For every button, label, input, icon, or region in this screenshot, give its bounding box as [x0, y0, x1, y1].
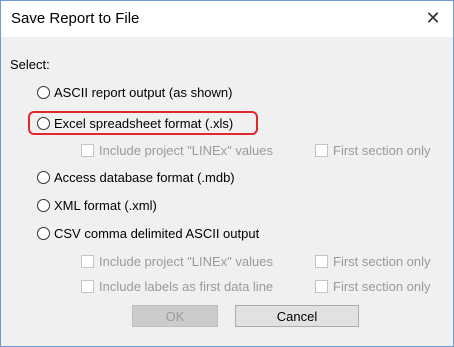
radio-csv-output-circle[interactable] [37, 227, 50, 240]
radio-xml-format-circle[interactable] [37, 199, 50, 212]
cancel-button[interactable]: Cancel [235, 305, 359, 327]
csv-include-linex-label: Include project "LINEx" values [99, 254, 273, 269]
close-icon[interactable]: ✕ [413, 1, 453, 35]
excel-first-section-checkbox[interactable] [315, 144, 328, 157]
csv-first-section-label-1: First section only [333, 254, 431, 269]
dialog-body: Select: ASCII report output (as shown) E… [1, 37, 453, 346]
window-title: Save Report to File [11, 10, 140, 27]
select-label: Select: [10, 57, 50, 72]
radio-csv-output-label: CSV comma delimited ASCII output [54, 226, 260, 241]
csv-include-linex-checkbox[interactable] [81, 255, 94, 268]
radio-ascii-report-label: ASCII report output (as shown) [54, 85, 233, 100]
excel-include-linex-label: Include project "LINEx" values [99, 143, 273, 158]
radio-ascii-report-circle[interactable] [37, 86, 50, 99]
csv-first-section-checkbox-2[interactable] [315, 280, 328, 293]
title-bar: Save Report to File ✕ [1, 1, 453, 37]
csv-include-labels-label: Include labels as first data line [99, 279, 274, 294]
csv-first-section-checkbox-1[interactable] [315, 255, 328, 268]
excel-first-section-label: First section only [333, 143, 431, 158]
radio-access-database-label: Access database format (.mdb) [54, 170, 235, 185]
save-report-dialog: Save Report to File ✕ Select: ASCII repo… [0, 0, 454, 347]
radio-access-database-circle[interactable] [37, 171, 50, 184]
radio-xml-format-label: XML format (.xml) [54, 198, 157, 213]
ok-button[interactable]: OK [132, 305, 218, 327]
radio-excel-spreadsheet-circle[interactable] [37, 117, 50, 130]
excel-include-linex-checkbox[interactable] [81, 144, 94, 157]
csv-include-labels-checkbox[interactable] [81, 280, 94, 293]
csv-first-section-label-2: First section only [333, 279, 431, 294]
radio-excel-spreadsheet-label: Excel spreadsheet format (.xls) [54, 116, 234, 131]
